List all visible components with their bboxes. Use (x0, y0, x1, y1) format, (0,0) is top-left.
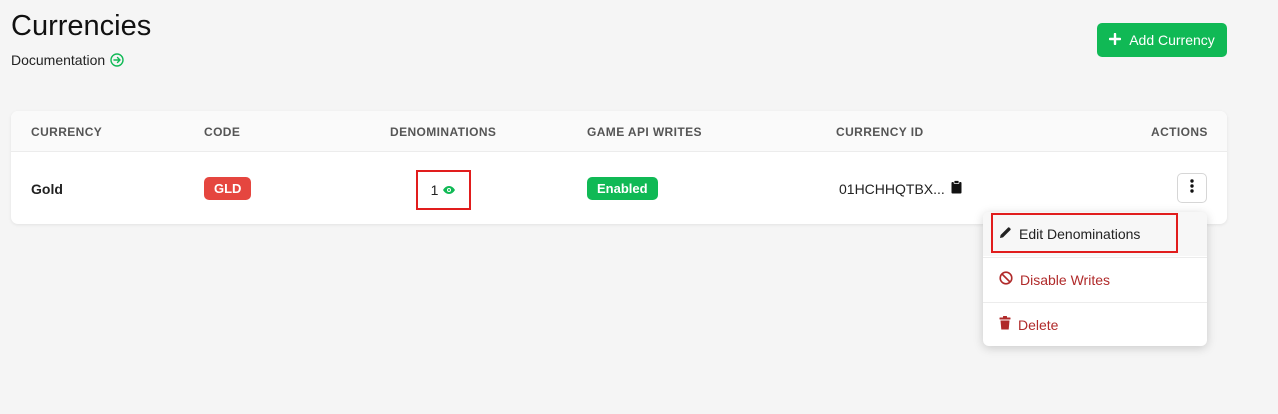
menu-item-edit-denominations[interactable]: Edit Denominations (983, 212, 1207, 256)
documentation-label: Documentation (11, 52, 106, 68)
column-header-actions: ACTIONS (1151, 125, 1208, 139)
currency-name: Gold (31, 181, 63, 197)
menu-item-disable-writes[interactable]: Disable Writes (983, 257, 1207, 301)
plus-icon (1109, 32, 1122, 48)
row-actions-button[interactable] (1177, 173, 1207, 203)
more-vertical-icon (1190, 178, 1194, 198)
ban-icon (999, 271, 1013, 288)
eye-icon[interactable] (442, 182, 456, 198)
currencies-table: CURRENCY CODE DENOMINATIONS GAME API WRI… (11, 111, 1227, 224)
currency-id-value: 01HCHHQTBX... (839, 180, 945, 197)
denominations-cell[interactable]: 1 (416, 170, 471, 210)
arrow-circle-right-icon (110, 53, 124, 67)
documentation-link[interactable]: Documentation (11, 52, 124, 68)
currency-id-cell: 01HCHHQTBX... (839, 180, 962, 197)
trash-icon (999, 316, 1011, 333)
game-api-writes-status-badge: Enabled (587, 177, 658, 200)
menu-item-label: Delete (1018, 316, 1059, 333)
add-currency-button[interactable]: Add Currency (1097, 23, 1227, 57)
denominations-count: 1 (430, 182, 439, 198)
column-header-denominations: DENOMINATIONS (390, 125, 497, 139)
column-header-currency-id: CURRENCY ID (836, 125, 924, 139)
add-currency-label: Add Currency (1129, 32, 1215, 48)
actions-dropdown-menu: Edit Denominations Disable Writes Delete (983, 212, 1207, 346)
column-header-game-api-writes: GAME API WRITES (587, 125, 702, 139)
menu-item-label: Edit Denominations (1019, 226, 1141, 242)
column-header-currency: CURRENCY (31, 125, 103, 139)
column-header-code: CODE (204, 125, 241, 139)
pencil-icon (999, 226, 1012, 242)
menu-item-label: Disable Writes (1020, 271, 1110, 288)
clipboard-icon[interactable] (951, 180, 962, 197)
currency-code-badge: GLD (204, 177, 252, 200)
table-header: CURRENCY CODE DENOMINATIONS GAME API WRI… (11, 111, 1227, 152)
page-title: Currencies (11, 10, 152, 42)
menu-item-delete[interactable]: Delete (983, 302, 1207, 346)
